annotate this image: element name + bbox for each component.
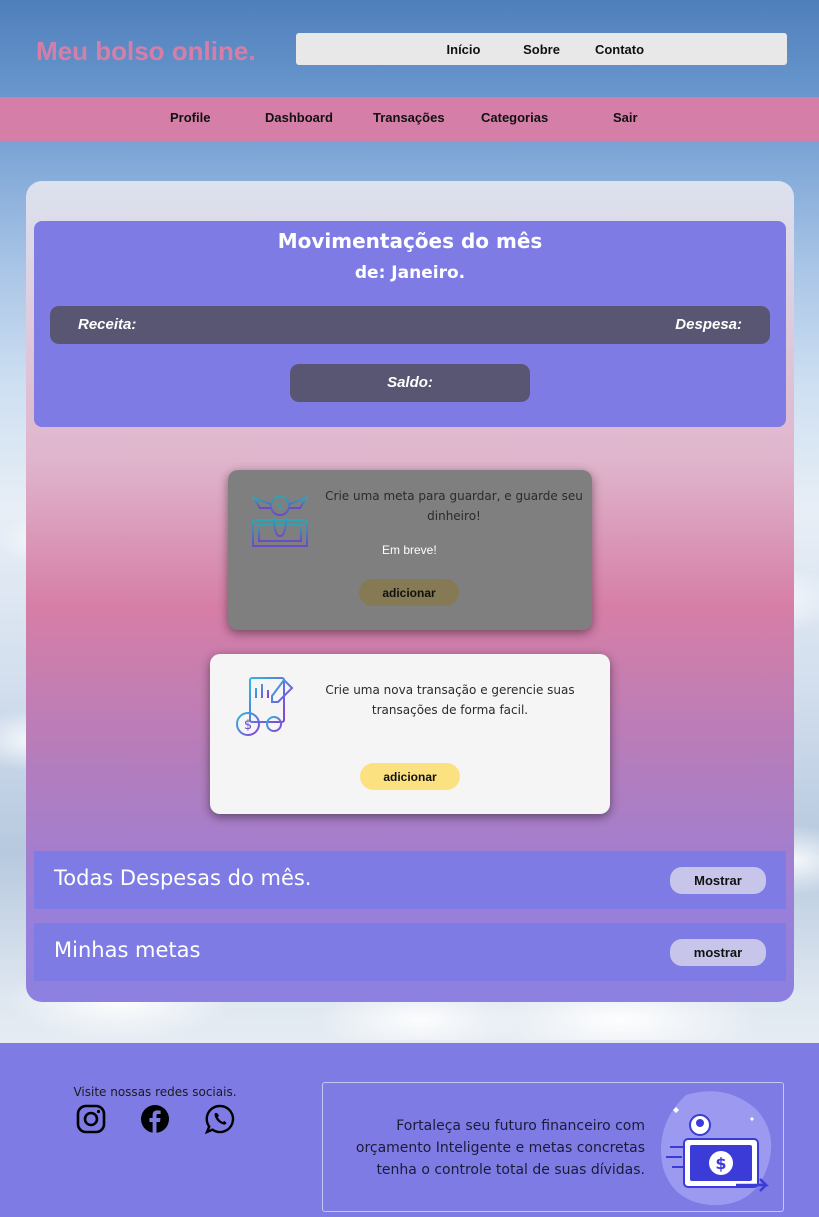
expenses-title: Todas Despesas do mês. bbox=[54, 866, 312, 890]
saldo-label: Saldo: bbox=[290, 364, 530, 402]
coming-soon-label: Em breve! bbox=[382, 543, 437, 557]
finance-illustration: $ bbox=[656, 1087, 776, 1213]
svg-text:$: $ bbox=[277, 502, 283, 513]
transaction-card: $ Crie uma nova transação e gerencie sua… bbox=[210, 654, 610, 814]
receita-label: Receita: bbox=[78, 316, 137, 333]
goals-title: Minhas metas bbox=[54, 938, 201, 962]
nav-sair[interactable]: Sair bbox=[613, 110, 638, 125]
income-expense-bar: Receita: Despesa: bbox=[50, 306, 770, 344]
footer: Visite nossas redes sociais. Fortaleça s… bbox=[0, 1043, 819, 1217]
nav-inicio[interactable]: Início bbox=[425, 42, 503, 57]
top-nav: Início Sobre Contato bbox=[296, 33, 787, 65]
nav-contato[interactable]: Contato bbox=[581, 42, 659, 57]
despesa-label: Despesa: bbox=[675, 316, 742, 333]
show-expenses-button[interactable]: Mostrar bbox=[670, 867, 766, 894]
money-saving-icon: $ bbox=[250, 492, 310, 556]
show-goals-button[interactable]: mostrar bbox=[670, 939, 766, 966]
svg-text:$: $ bbox=[244, 718, 252, 733]
nav-profile[interactable]: Profile bbox=[170, 110, 210, 125]
monthly-summary: Movimentações do mês de: Janeiro. Receit… bbox=[34, 221, 786, 427]
summary-month: de: Janeiro. bbox=[354, 263, 466, 283]
header: Meu bolso online. Início Sobre Contato bbox=[0, 0, 819, 97]
nav-categorias[interactable]: Categorias bbox=[481, 110, 548, 125]
add-transaction-button[interactable]: adicionar bbox=[360, 763, 460, 790]
expenses-section: Todas Despesas do mês. Mostrar bbox=[34, 851, 786, 909]
nav-dashboard[interactable]: Dashboard bbox=[265, 110, 333, 125]
site-logo[interactable]: Meu bolso online. bbox=[36, 36, 256, 67]
summary-title: Movimentações do mês bbox=[277, 229, 543, 253]
goal-card-text: Crie uma meta para guardar, e guarde seu… bbox=[325, 489, 583, 523]
whatsapp-icon[interactable] bbox=[204, 1103, 236, 1135]
promo-box: Fortaleça seu futuro financeiro com orça… bbox=[322, 1082, 784, 1212]
add-goal-button[interactable]: adicionar bbox=[359, 579, 459, 606]
svg-text:$: $ bbox=[715, 1154, 726, 1173]
instagram-icon[interactable] bbox=[75, 1103, 107, 1135]
nav-transacoes[interactable]: Transações bbox=[373, 110, 445, 125]
finance-report-icon: $ bbox=[234, 674, 296, 742]
nav-sobre[interactable]: Sobre bbox=[503, 42, 581, 57]
main-panel: Movimentações do mês de: Janeiro. Receit… bbox=[26, 181, 794, 1002]
main-nav: Profile Dashboard Transações Categorias … bbox=[0, 97, 819, 141]
facebook-icon[interactable] bbox=[139, 1103, 171, 1135]
social-text: Visite nossas redes sociais. bbox=[73, 1085, 237, 1099]
transaction-card-text: Crie uma nova transação e gerencie suas … bbox=[325, 683, 575, 717]
goals-section: Minhas metas mostrar bbox=[34, 923, 786, 981]
promo-text: Fortaleça seu futuro financeiro com orça… bbox=[355, 1118, 645, 1178]
goal-card: $ Crie uma meta para guardar, e guarde s… bbox=[228, 470, 592, 630]
